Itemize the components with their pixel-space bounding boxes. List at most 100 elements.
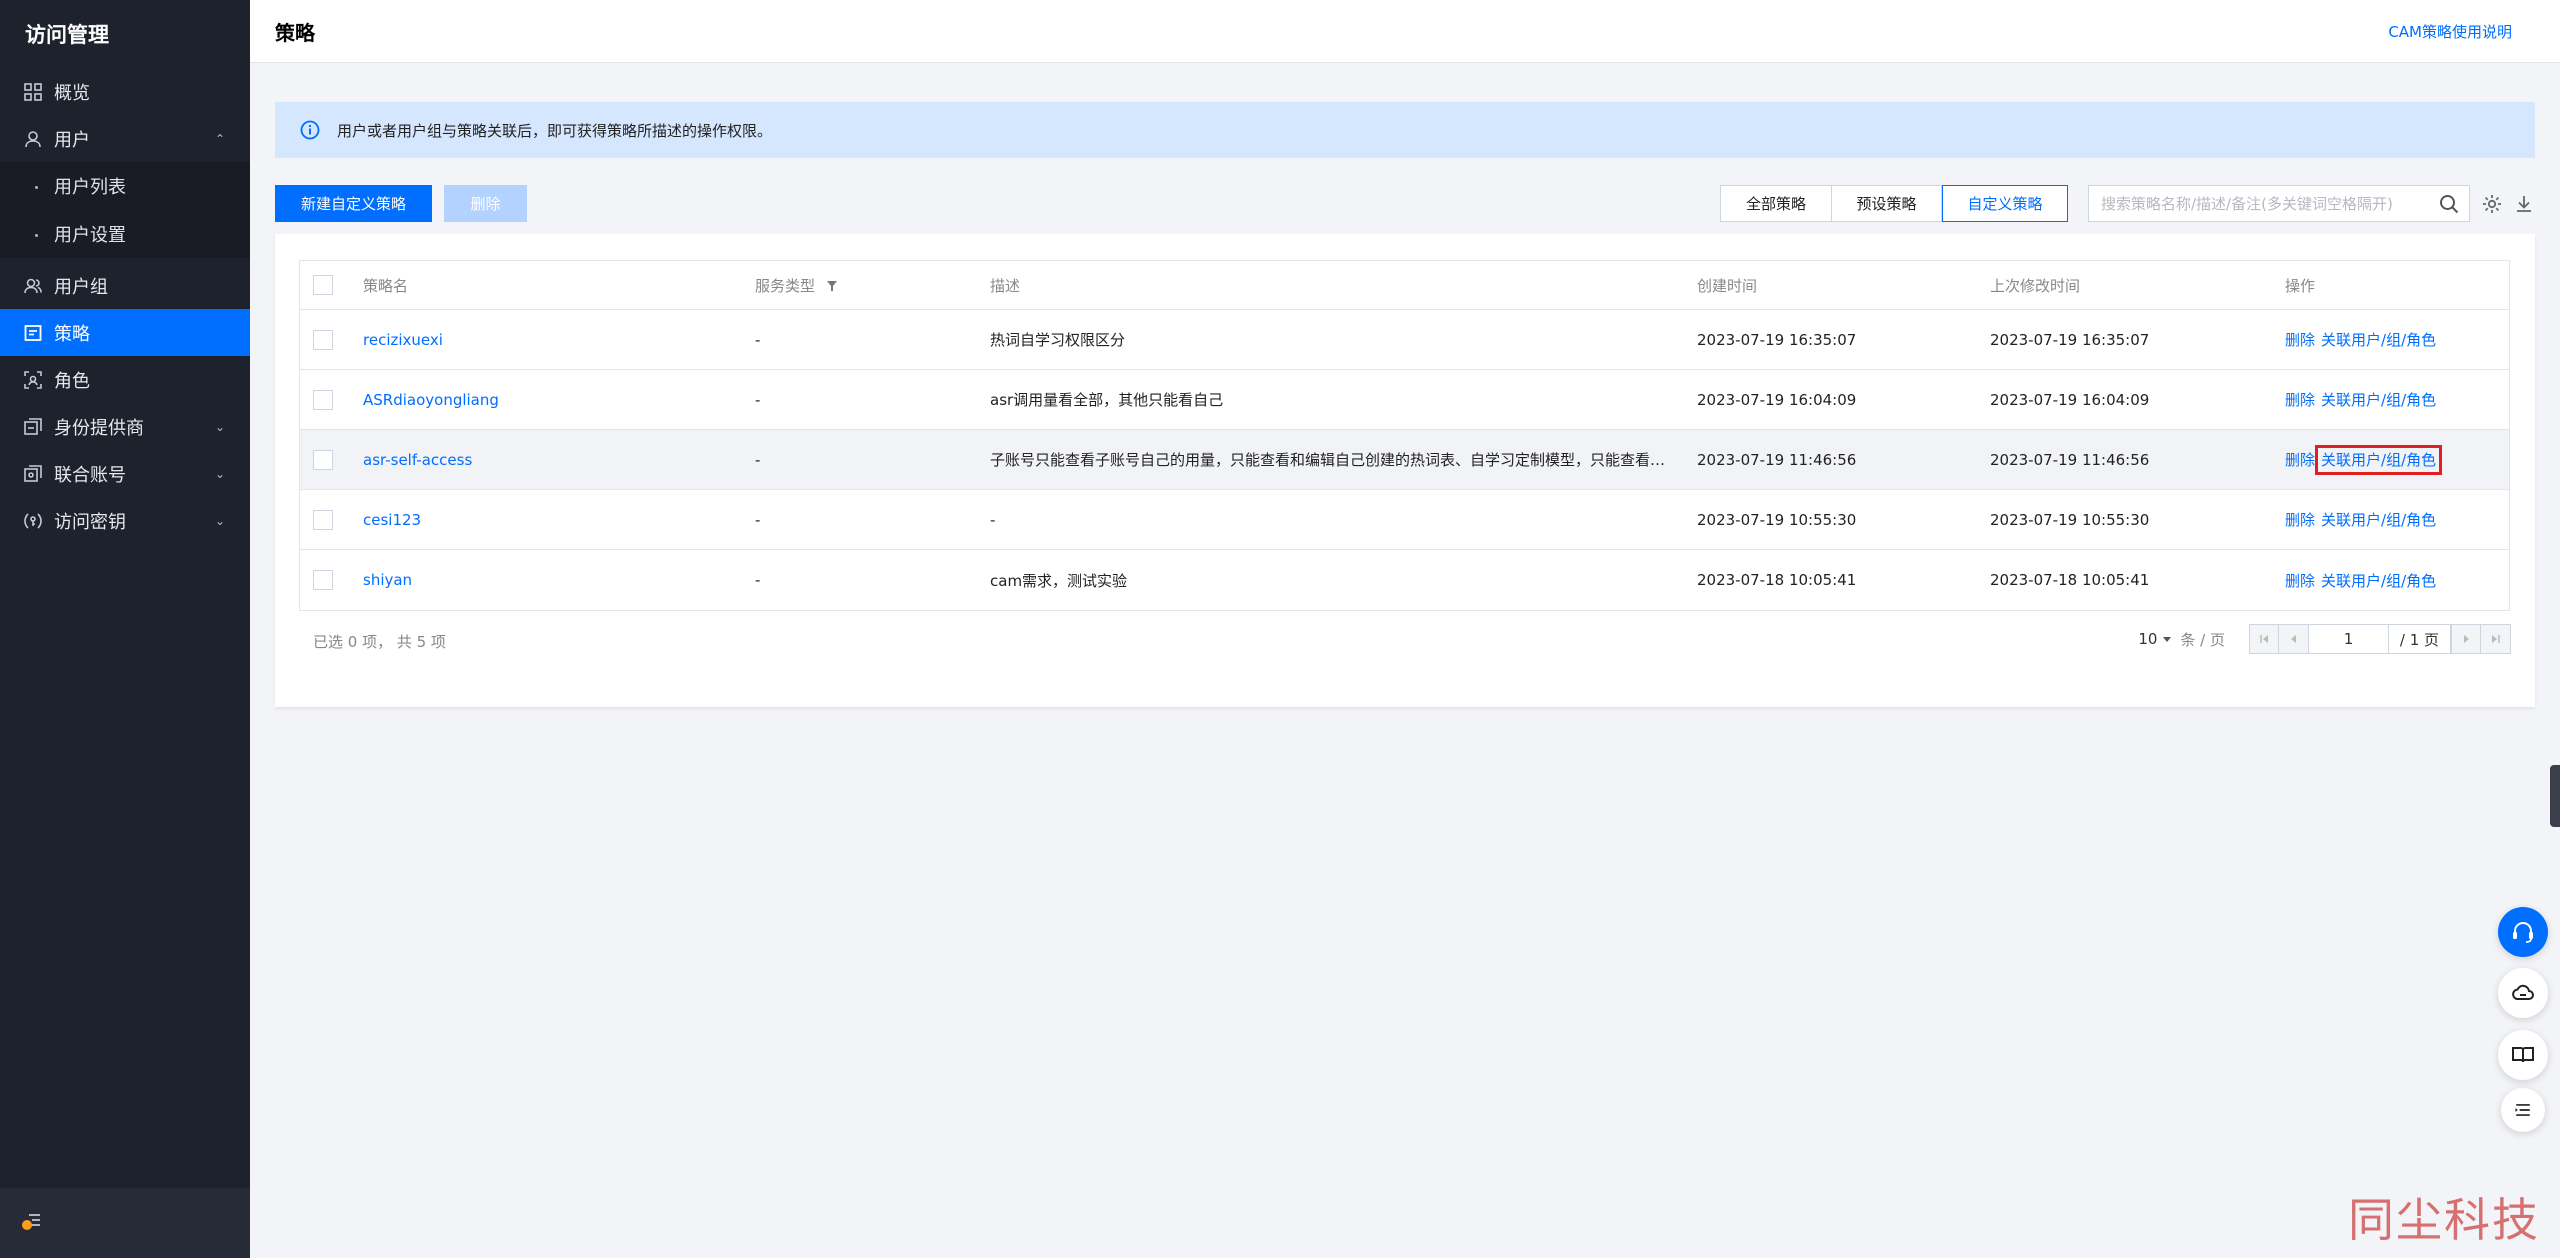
- policy-description: 子账号只能查看子账号自己的用量，只能查看和编辑自己创建的热词表、自学习定制模型，…: [990, 451, 1668, 469]
- service-type: -: [755, 390, 761, 409]
- menu-toggle-button[interactable]: [2501, 1088, 2545, 1132]
- customer-service-button[interactable]: [2498, 907, 2548, 957]
- book-icon: [2512, 1047, 2534, 1063]
- modified-time: 2023-07-18 10:05:41: [1990, 571, 2150, 589]
- sidebar-item-label: 身份提供商: [54, 417, 144, 439]
- policy-table-card: 策略名 服务类型 描述 创建时间 上次修改时间 操作 recizixuexi -…: [275, 234, 2535, 707]
- sidebar-item-policies[interactable]: 策略: [0, 309, 250, 356]
- delete-link[interactable]: 删除: [2285, 451, 2315, 469]
- associate-link[interactable]: 关联用户/组/角色: [2321, 331, 2436, 349]
- total-pages: / 1 页: [2389, 624, 2451, 654]
- column-header-created: 创建时间: [1697, 276, 1758, 295]
- first-page-button[interactable]: [2249, 624, 2279, 654]
- notice-text: 用户或者用户组与策略关联后，即可获得策略所描述的操作权限。: [337, 121, 773, 140]
- sidebar: 访问管理 概览 用户 ⌃ 用户列表 用户设置 用户组 策略 角色 身份提供商 ⌄…: [0, 0, 250, 1258]
- policy-type-tabs: 全部策略 预设策略 自定义策略: [1720, 185, 2068, 222]
- sidebar-item-overview[interactable]: 概览: [0, 68, 250, 115]
- associate-link-highlighted[interactable]: 关联用户/组/角色: [2315, 445, 2443, 475]
- sidebar-item-user-list[interactable]: 用户列表: [0, 162, 250, 210]
- row-checkbox[interactable]: [313, 449, 333, 470]
- row-checkbox[interactable]: [313, 570, 333, 590]
- sidebar-item-user-groups[interactable]: 用户组: [0, 262, 250, 309]
- create-custom-policy-button[interactable]: 新建自定义策略: [275, 185, 432, 222]
- column-header-operations: 操作: [2285, 276, 2316, 295]
- tab-custom-policies[interactable]: 自定义策略: [1942, 185, 2068, 222]
- gear-icon[interactable]: [2481, 193, 2503, 215]
- page-number-input[interactable]: 1: [2309, 624, 2389, 654]
- row-checkbox[interactable]: [313, 509, 333, 530]
- table-row: recizixuexi - 热词自学习权限区分 2023-07-19 16:35…: [300, 310, 2509, 370]
- docs-button[interactable]: [2498, 1030, 2548, 1080]
- policy-name-link[interactable]: cesi123: [363, 511, 743, 529]
- sidebar-item-user-settings[interactable]: 用户设置: [0, 210, 250, 258]
- sidebar-item-roles[interactable]: 角色: [0, 356, 250, 403]
- policy-name-link[interactable]: recizixuexi: [363, 331, 743, 349]
- modified-time: 2023-07-19 16:04:09: [1990, 390, 2150, 409]
- row-operations: 删除 关联用户/组/角色: [2285, 329, 2505, 350]
- last-page-button[interactable]: [2481, 624, 2511, 654]
- cloud-icon: [2512, 984, 2534, 1000]
- identity-provider-icon: [24, 417, 42, 436]
- download-icon[interactable]: [2513, 193, 2535, 215]
- associate-link[interactable]: 关联用户/组/角色: [2321, 572, 2436, 590]
- service-type: -: [755, 571, 761, 589]
- grid-icon: [24, 82, 42, 101]
- sidebar-item-access-keys[interactable]: 访问密钥 ⌄: [0, 497, 250, 544]
- associate-link[interactable]: 关联用户/组/角色: [2321, 391, 2436, 409]
- role-icon: [24, 370, 42, 389]
- sidebar-item-label: 用户组: [54, 276, 108, 298]
- service-type: -: [755, 330, 761, 349]
- sidebar-item-label: 概览: [54, 82, 90, 104]
- delete-button: 删除: [444, 185, 527, 222]
- tab-all-policies[interactable]: 全部策略: [1720, 185, 1832, 222]
- info-notice: 用户或者用户组与策略关联后，即可获得策略所描述的操作权限。: [275, 102, 2535, 158]
- policy-name-link[interactable]: shiyan: [363, 571, 743, 589]
- created-time: 2023-07-18 10:05:41: [1697, 571, 1857, 589]
- prev-page-button[interactable]: [2279, 624, 2309, 654]
- policy-description: -: [990, 510, 996, 529]
- column-header-service-label: 服务类型: [755, 276, 816, 295]
- delete-link[interactable]: 删除: [2285, 391, 2315, 409]
- collapse-menu-icon[interactable]: [20, 1209, 44, 1237]
- search-box: [2088, 185, 2470, 222]
- next-page-button[interactable]: [2451, 624, 2481, 654]
- sidebar-item-federated-accounts[interactable]: 联合账号 ⌄: [0, 450, 250, 497]
- delete-link[interactable]: 删除: [2285, 331, 2315, 349]
- service-type: -: [755, 510, 761, 529]
- cam-docs-link[interactable]: CAM策略使用说明: [2388, 21, 2512, 42]
- row-checkbox[interactable]: [313, 329, 333, 350]
- sidebar-item-users[interactable]: 用户 ⌃: [0, 115, 250, 162]
- delete-link[interactable]: 删除: [2285, 572, 2315, 590]
- list-icon: [2515, 1104, 2530, 1116]
- policy-description: 热词自学习权限区分: [990, 331, 1126, 349]
- policy-name-link[interactable]: ASRdiaoyongliang: [363, 391, 743, 409]
- search-icon[interactable]: [2439, 194, 2459, 214]
- policy-description: asr调用量看全部，其他只能看自己: [990, 391, 1224, 409]
- sidebar-item-identity-providers[interactable]: 身份提供商 ⌄: [0, 403, 250, 450]
- cloud-assistant-button[interactable]: [2498, 968, 2548, 1018]
- associate-link[interactable]: 关联用户/组/角色: [2321, 511, 2436, 529]
- column-header-service[interactable]: 服务类型: [755, 275, 975, 296]
- row-checkbox[interactable]: [313, 389, 333, 410]
- chevron-down-icon: ⌄: [214, 513, 225, 528]
- row-operations: 删除 关联用户/组/角色: [2285, 570, 2505, 591]
- side-drawer-handle[interactable]: [2550, 765, 2560, 827]
- chevron-down-icon: ⌄: [214, 466, 225, 481]
- sidebar-item-label: 用户: [54, 129, 90, 151]
- row-operations: 删除 关联用户/组/角色: [2285, 389, 2505, 410]
- search-input[interactable]: [2101, 194, 2439, 213]
- sidebar-item-label: 策略: [54, 323, 90, 345]
- last-page-icon: [2491, 635, 2500, 643]
- filter-icon[interactable]: [826, 280, 838, 292]
- first-page-icon: [2260, 635, 2268, 643]
- policy-name-link[interactable]: asr-self-access: [363, 451, 743, 469]
- page-header: 策略 CAM策略使用说明: [250, 0, 2560, 63]
- page-size-select[interactable]: 10: [2138, 630, 2172, 648]
- select-all-checkbox[interactable]: [313, 275, 333, 295]
- created-time: 2023-07-19 10:55:30: [1697, 510, 1857, 529]
- tab-preset-policies[interactable]: 预设策略: [1832, 185, 1942, 222]
- delete-link[interactable]: 删除: [2285, 511, 2315, 529]
- table-row: shiyan - cam需求，测试实验 2023-07-18 10:05:41 …: [300, 550, 2509, 610]
- policy-description: cam需求，测试实验: [990, 571, 1128, 590]
- caret-down-icon: [2163, 637, 2172, 642]
